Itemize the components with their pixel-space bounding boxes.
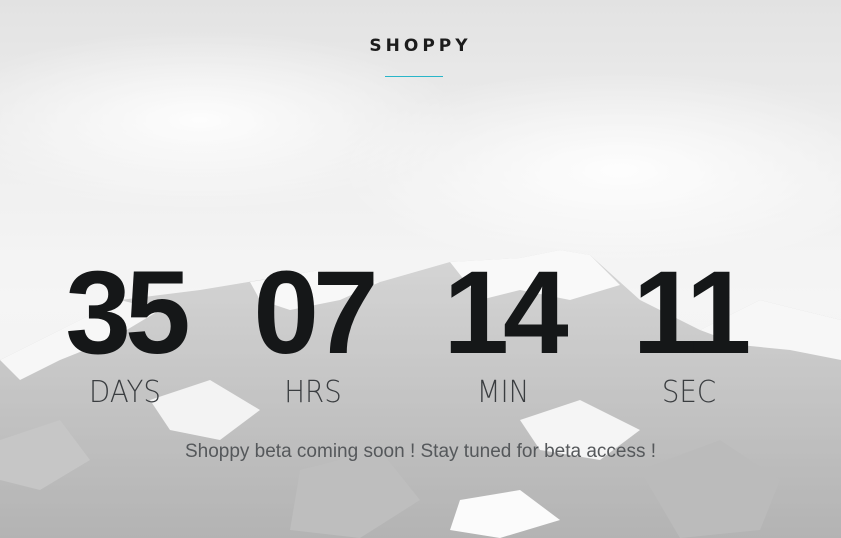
countdown-seconds: 11 SEC [604,254,774,410]
seconds-value: 11 [632,247,752,379]
brand-logo: SHOPPY [369,36,472,56]
hours-label: HRS [284,375,342,410]
seconds-label: SEC [661,375,717,410]
brand-underline [385,76,443,77]
countdown-days: 35 DAYS [40,254,210,410]
minutes-value: 14 [443,247,568,379]
days-value: 35 [65,247,190,379]
countdown-minutes: 14 MIN [418,254,588,410]
countdown-timer: 35 DAYS 07 HRS 14 MIN 11 SEC [0,254,841,414]
minutes-label: MIN [476,375,530,410]
days-label: DAYS [89,375,161,410]
hours-value: 07 [253,247,378,379]
countdown-hours: 07 HRS [228,254,398,410]
coming-soon-message: Shoppy beta coming soon ! Stay tuned for… [184,441,657,462]
